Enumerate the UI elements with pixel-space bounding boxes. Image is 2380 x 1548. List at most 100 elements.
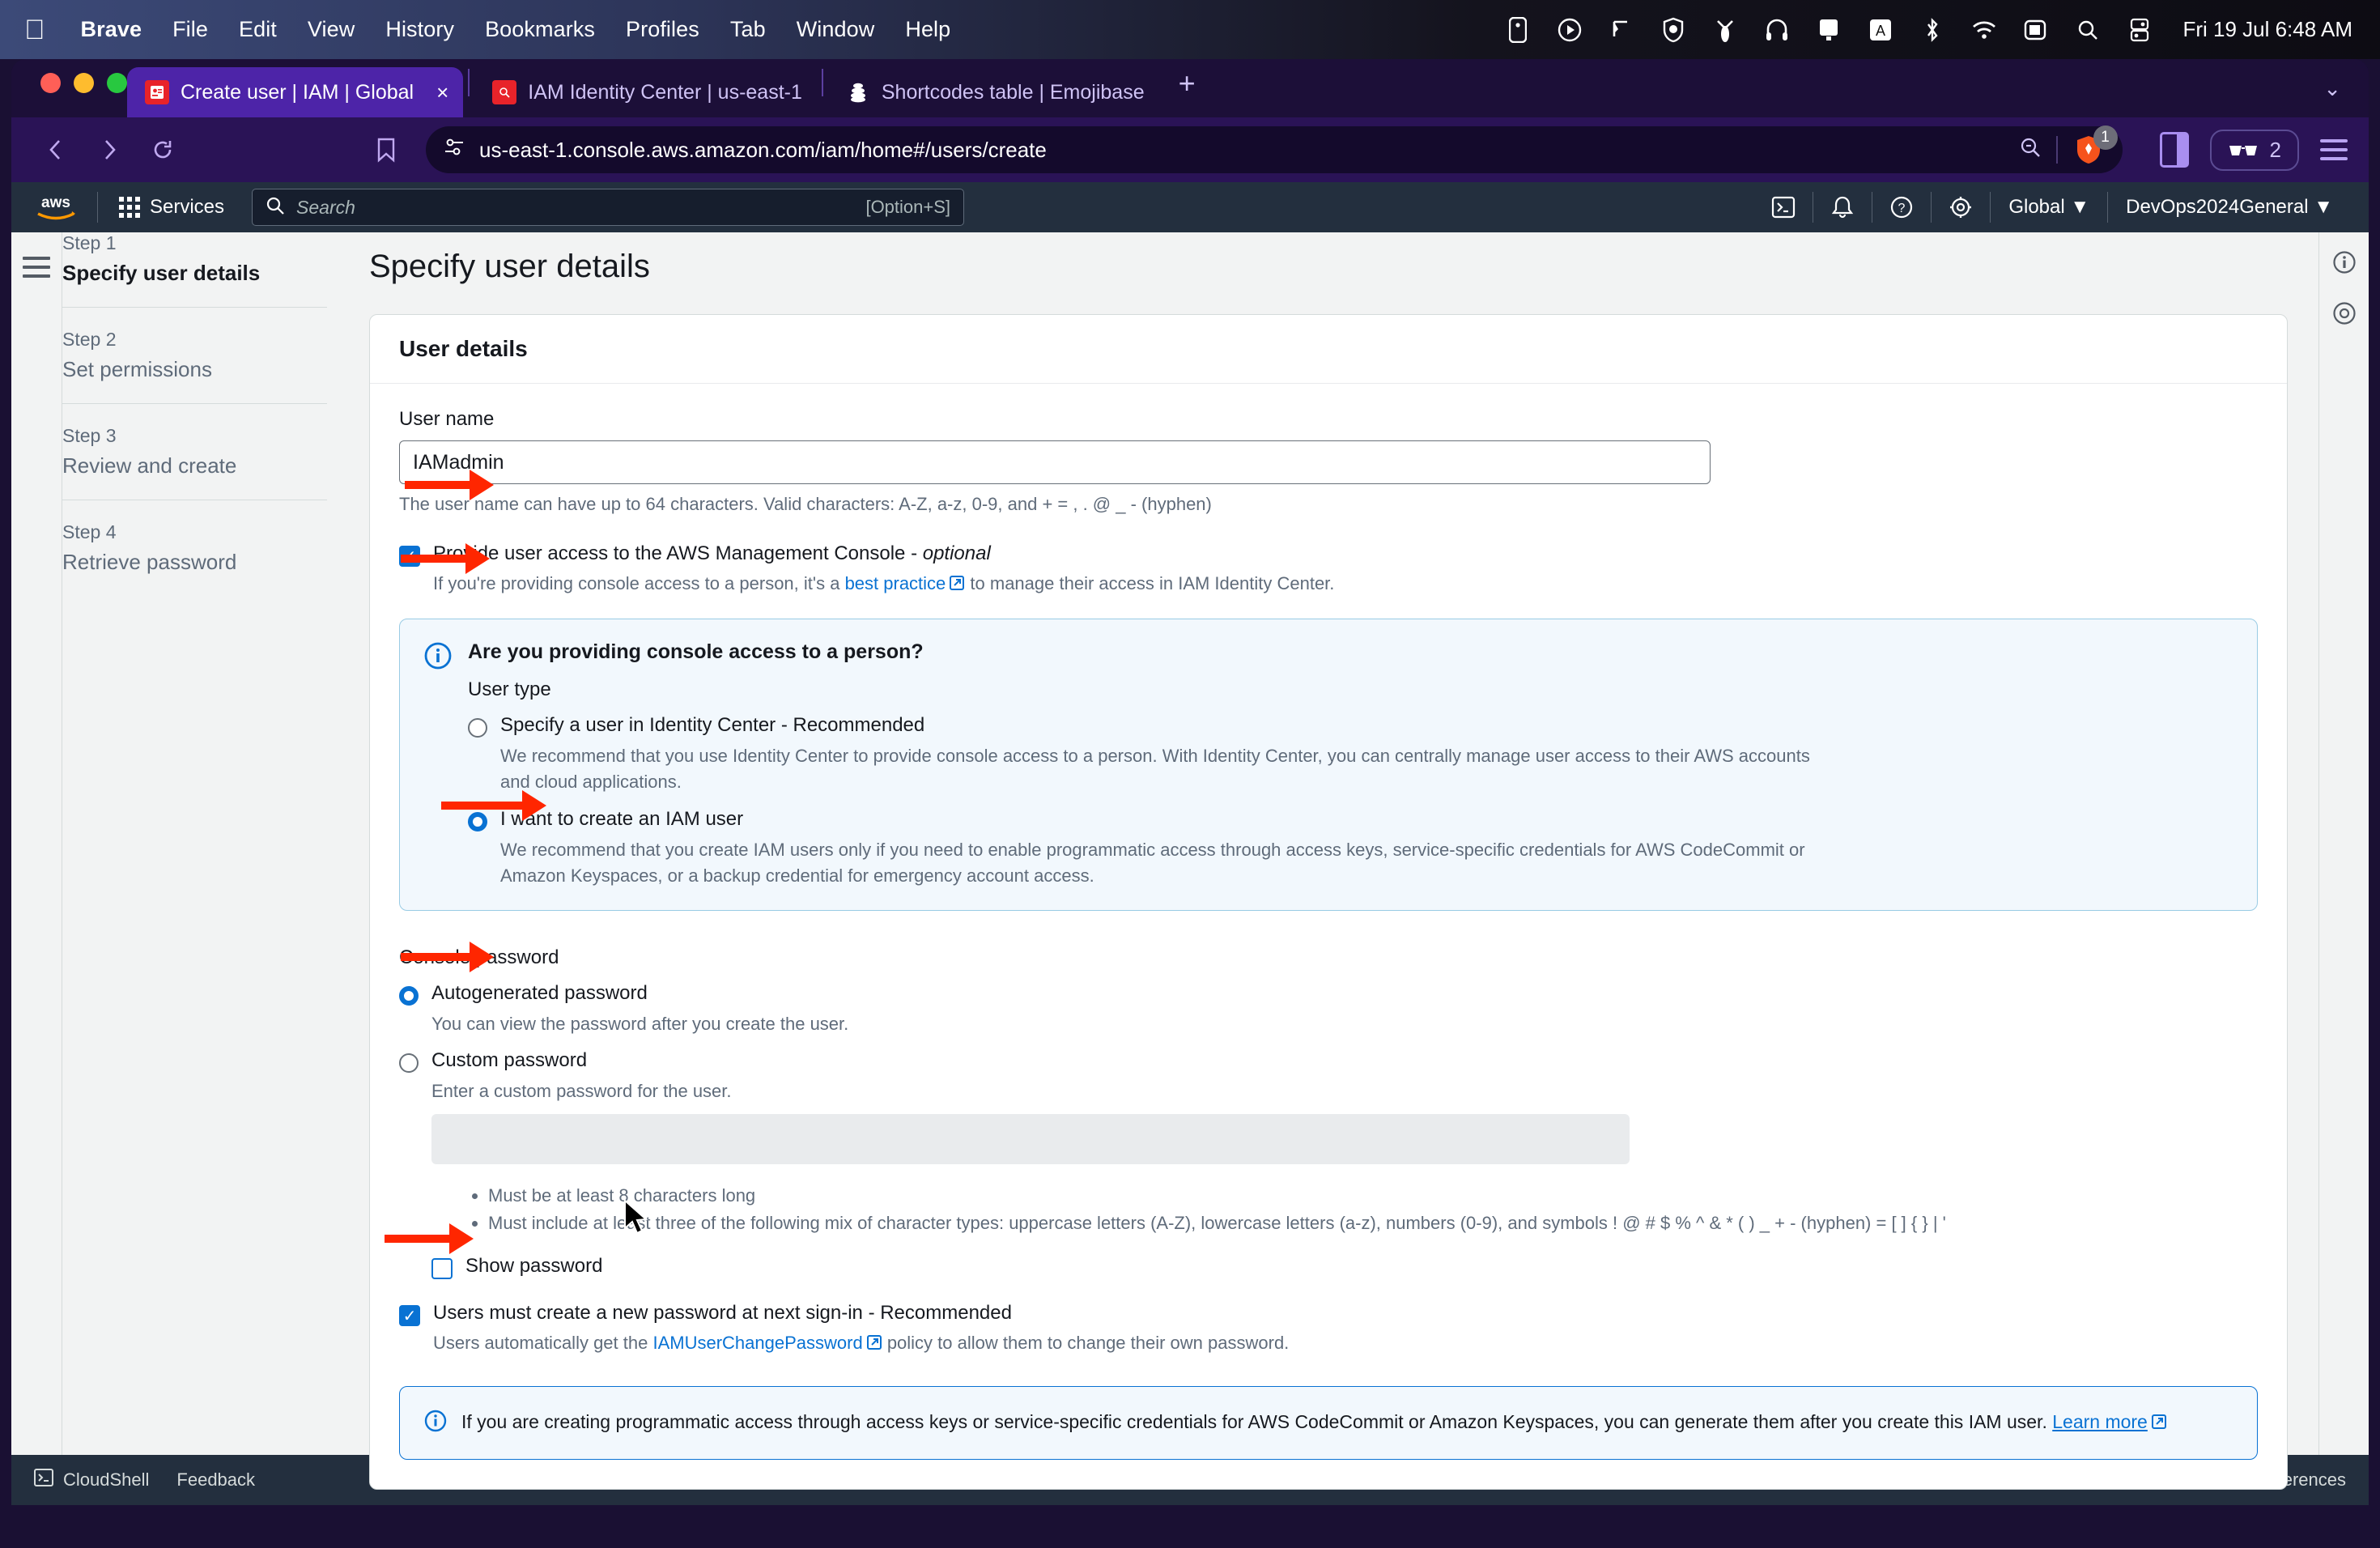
bookmark-icon[interactable] [363, 126, 410, 173]
site-permissions-icon[interactable] [444, 137, 465, 164]
tab-iam-identity-center[interactable]: IAM Identity Center | us-east-1 [474, 67, 817, 117]
help-question-icon[interactable]: ? [1872, 182, 1931, 232]
address-bar[interactable]: us-east-1.console.aws.amazon.com/iam/hom… [426, 126, 2123, 173]
menu-edit[interactable]: Edit [239, 17, 277, 42]
custom-password-input[interactable] [431, 1114, 1630, 1164]
play-circle-icon[interactable] [1556, 16, 1583, 44]
screen-icon[interactable] [2022, 16, 2050, 44]
url-text[interactable]: us-east-1.console.aws.amazon.com/iam/hom… [479, 138, 2004, 163]
new-tab-button[interactable]: + [1159, 66, 1215, 110]
wizard-step-navigation: Step 1 Specify user details Step 2 Set p… [62, 232, 353, 1455]
menu-view[interactable]: View [308, 17, 355, 42]
wizard-step-3[interactable]: Step 3 Review and create [62, 404, 327, 500]
tab-divider [822, 69, 823, 96]
spotlight-search-icon[interactable] [2074, 16, 2102, 44]
console-access-checkbox-row[interactable]: ✓ Provide user access to the AWS Managem… [399, 542, 2258, 596]
info-circle-icon [424, 1410, 447, 1438]
menu-tab[interactable]: Tab [730, 17, 766, 42]
window-traffic-lights [40, 59, 127, 117]
must-change-password-row[interactable]: ✓ Users must create a new password at ne… [399, 1302, 2258, 1355]
close-window-button[interactable] [40, 73, 61, 93]
forward-button[interactable] [86, 126, 133, 173]
aws-logo-icon[interactable]: aws [29, 189, 83, 225]
user-type-option-iam-user[interactable]: I want to create an IAM user We recommen… [468, 808, 2233, 889]
svg-text:?: ? [1898, 202, 1906, 215]
back-button[interactable] [32, 126, 79, 173]
brave-shields-icon[interactable]: 1 [2072, 134, 2105, 166]
services-menu-button[interactable]: Services [113, 196, 231, 219]
settings-gear-icon[interactable] [1932, 182, 1990, 232]
wizard-step-4[interactable]: Step 4 Retrieve password [62, 500, 327, 596]
battery-phone-icon[interactable] [1504, 16, 1532, 44]
menu-history[interactable]: History [385, 17, 454, 42]
zoom-out-icon[interactable] [2019, 136, 2042, 164]
info-circle-icon [424, 642, 452, 889]
headphones-icon[interactable] [1763, 16, 1791, 44]
info-panel-toggle-icon[interactable] [2332, 250, 2357, 279]
chevron-down-icon[interactable]: ⌄ [2323, 76, 2369, 117]
radio-autogenerated-password[interactable] [399, 986, 419, 1006]
menu-window[interactable]: Window [797, 17, 875, 42]
wizard-step-1[interactable]: Step 1 Specify user details [62, 232, 327, 308]
maximize-window-button[interactable] [107, 73, 127, 93]
user-name-input[interactable]: IAMadmin [399, 440, 1711, 484]
svg-text:A: A [1876, 23, 1885, 39]
password-option-custom[interactable]: Custom password Enter a custom password … [399, 1049, 2258, 1279]
aws-console-page: aws Services Search [Option+S] [11, 182, 2369, 1505]
user-type-option-identity-center[interactable]: Specify a user in Identity Center - Reco… [468, 714, 2233, 795]
minimize-window-button[interactable] [74, 73, 94, 93]
browser-menu-icon[interactable] [2320, 139, 2348, 160]
menu-profiles[interactable]: Profiles [626, 17, 699, 42]
side-navigation-toggle-icon[interactable] [23, 257, 50, 1455]
cursor-arrow-icon[interactable] [1608, 16, 1635, 44]
help-panel-toggle-icon[interactable] [2332, 301, 2357, 330]
radio-custom-password[interactable] [399, 1053, 419, 1073]
must-change-password-checkbox[interactable]: ✓ [399, 1305, 420, 1326]
bee-icon[interactable] [1711, 16, 1739, 44]
right-rail [2318, 232, 2369, 1455]
best-practice-link[interactable]: best practice [845, 573, 946, 593]
cloudshell-button[interactable]: CloudShell [34, 1468, 149, 1492]
tab-shortcodes-emojibase[interactable]: Shortcodes table | Emojibase [828, 67, 1159, 117]
wifi-icon[interactable] [1970, 16, 1998, 44]
menu-bookmarks[interactable]: Bookmarks [485, 17, 595, 42]
close-icon[interactable]: × [436, 80, 448, 105]
desc-after: to manage their access in IAM Identity C… [965, 573, 1334, 593]
aws-search-box[interactable]: Search [Option+S] [252, 189, 964, 226]
step-label: Specify user details [62, 261, 327, 286]
region-label: Global [2008, 196, 2064, 218]
apple-logo-icon[interactable]:  [24, 16, 45, 44]
iam-user-change-password-link[interactable]: IAMUserChangePassword [652, 1333, 862, 1353]
cloudshell-icon[interactable] [1754, 182, 1813, 232]
user-name-hint: The user name can have up to 64 characte… [399, 494, 2258, 515]
menu-brave[interactable]: Brave [81, 17, 142, 42]
control-center-icon[interactable] [2126, 16, 2153, 44]
radio-iam-user[interactable] [468, 812, 487, 831]
reload-button[interactable] [139, 126, 186, 173]
notifications-bell-icon[interactable] [1813, 182, 1872, 232]
password-option-autogenerated[interactable]: Autogenerated password You can view the … [399, 982, 2258, 1037]
menu-help[interactable]: Help [905, 17, 950, 42]
shield-icon[interactable] [1660, 16, 1687, 44]
main-content: Specify user details User details User n… [353, 232, 2369, 1455]
display-icon[interactable] [1815, 16, 1842, 44]
account-menu[interactable]: DevOps2024General ▼ [2108, 196, 2351, 219]
feedback-link[interactable]: Feedback [176, 1469, 255, 1491]
identity-center-icon [492, 80, 516, 104]
console-access-info-panel: Are you providing console access to a pe… [399, 619, 2258, 911]
wizard-step-2[interactable]: Step 2 Set permissions [62, 308, 327, 404]
show-password-row[interactable]: Show password [431, 1255, 2258, 1279]
input-source-a-icon[interactable]: A [1867, 16, 1894, 44]
toolbar-divider [2056, 136, 2058, 164]
brave-rewards-pill[interactable]: 2 [2210, 130, 2299, 171]
show-password-checkbox[interactable] [431, 1258, 453, 1279]
glasses-icon [2228, 141, 2259, 159]
bluetooth-icon[interactable] [1919, 16, 1946, 44]
learn-more-link[interactable]: Learn more [2052, 1411, 2148, 1432]
menu-file[interactable]: File [172, 17, 208, 42]
radio-identity-center[interactable] [468, 718, 487, 738]
sidebar-toggle-icon[interactable] [2160, 132, 2189, 168]
search-input[interactable]: Search [296, 197, 854, 219]
tab-create-user[interactable]: Create user | IAM | Global × [127, 67, 463, 117]
region-selector[interactable]: Global ▼ [1991, 196, 2107, 219]
